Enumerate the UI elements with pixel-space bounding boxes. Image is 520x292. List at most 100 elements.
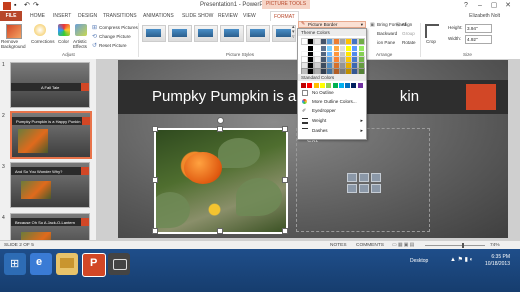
powerpoint-icon: P [90, 257, 98, 269]
tab-design[interactable]: DESIGN [78, 11, 97, 21]
group-button[interactable]: Group [402, 31, 415, 36]
artistic-effects-button[interactable]: Artistic Effects [73, 39, 91, 49]
ribbon-tabs: FILE HOME INSERT DESIGN TRANSITIONS ANIM… [0, 11, 520, 22]
camera-app-button[interactable] [108, 253, 130, 275]
insert-online-picture-icon[interactable] [359, 184, 369, 193]
send-backward-button[interactable]: Backward [377, 31, 397, 36]
width-field[interactable]: 4.92" [465, 35, 492, 44]
dashes-item[interactable]: Dashes ▸ [298, 127, 366, 135]
clock[interactable]: 6:35 PM 10/18/2013 [485, 254, 510, 268]
theme-colors-heading: Theme Colors [298, 29, 366, 36]
pumpkin-photo[interactable] [154, 128, 288, 234]
resize-handle[interactable] [217, 126, 223, 132]
resize-handle[interactable] [152, 177, 158, 183]
internet-explorer-button[interactable]: e [30, 253, 52, 275]
undo-icon[interactable]: ↶ [24, 2, 32, 10]
resize-handle[interactable] [217, 228, 223, 234]
tray-icons[interactable]: ▲ ⚑ ▮ ◐ [450, 256, 473, 263]
remove-background-icon[interactable] [6, 24, 22, 39]
minimize-button[interactable]: – [474, 1, 486, 10]
standard-color-swatch[interactable] [357, 83, 363, 88]
zoom-slider-thumb[interactable] [462, 243, 464, 248]
color-wheel-icon [302, 99, 307, 104]
maximize-button[interactable]: ▢ [488, 1, 500, 10]
crop-icon[interactable] [425, 24, 439, 38]
tab-insert[interactable]: INSERT [53, 11, 71, 21]
insert-table-icon[interactable] [347, 173, 357, 182]
crop-button[interactable]: Crop [426, 39, 436, 44]
standard-color-swatch[interactable] [338, 83, 344, 88]
resize-handle[interactable] [282, 126, 288, 132]
align-button[interactable]: Align [402, 22, 412, 27]
no-outline-item[interactable]: No Outline [298, 89, 366, 97]
standard-color-swatch[interactable] [301, 83, 306, 88]
gallery-more-icon[interactable]: ▴ ▾ ▿ [292, 25, 295, 40]
rotate-handle[interactable] [217, 117, 224, 124]
selection-pane-button[interactable]: ion Pane [377, 40, 395, 45]
thumbnail-number: 4 [2, 215, 5, 221]
slide-thumbnail-2[interactable]: Pumpky Pumpkin is a Happy Punkin [10, 111, 92, 159]
standard-color-swatch[interactable] [313, 83, 319, 88]
picture-style-5[interactable] [246, 25, 270, 42]
tab-slide-show[interactable]: SLIDE SHOW [182, 11, 213, 21]
remove-background-button[interactable]: Remove Background [1, 39, 27, 49]
eyedropper-item[interactable]: ✐ Eyedropper [298, 107, 366, 115]
insert-smartart-icon[interactable] [371, 173, 381, 182]
reset-picture-button[interactable]: Reset Picture [99, 43, 127, 48]
weight-item[interactable]: Weight ▸ [298, 117, 366, 125]
tab-view[interactable]: VIEW [243, 11, 256, 21]
picture-style-3[interactable] [194, 25, 218, 42]
title-accent [466, 84, 496, 110]
picture-border-button[interactable]: ✎ Picture Border ▾ [298, 21, 366, 28]
artistic-effects-icon[interactable] [75, 24, 87, 36]
content-placeholder[interactable]: ext [296, 128, 430, 232]
tab-home[interactable]: HOME [30, 11, 45, 21]
powerpoint-taskbar-button[interactable]: P [82, 253, 106, 277]
height-field[interactable]: 3.94" [465, 24, 492, 33]
zoom-slider[interactable] [425, 245, 485, 246]
resize-handle[interactable] [152, 126, 158, 132]
user-name[interactable]: Elizabeth Nolt [469, 11, 500, 21]
color-button[interactable]: Color [58, 39, 69, 44]
file-explorer-button[interactable] [56, 253, 78, 275]
standard-color-swatch[interactable] [319, 83, 325, 88]
standard-color-swatch[interactable] [345, 83, 351, 88]
corrections-button[interactable]: Corrections [31, 39, 55, 44]
windows-taskbar: ⊞ e P Desktop ▲ ⚑ ▮ ◐ 6:35 PM 10/18/2013 [0, 249, 520, 292]
standard-color-swatch[interactable] [332, 83, 338, 88]
slide-title[interactable]: Pumpky Pumpkin is a Hap kin [152, 88, 419, 105]
slide-title-end: kin [399, 88, 420, 105]
change-picture-button[interactable]: Change Picture [99, 34, 131, 39]
slide-thumbnail-1[interactable]: A Fall Tale [10, 62, 90, 108]
resize-handle[interactable] [282, 177, 288, 183]
tab-file[interactable]: FILE [0, 11, 22, 21]
help-button[interactable]: ? [460, 1, 472, 10]
standard-color-swatch[interactable] [326, 83, 332, 88]
resize-handle[interactable] [152, 228, 158, 234]
tab-transitions[interactable]: TRANSITIONS [103, 11, 137, 21]
insert-video-icon[interactable] [371, 184, 381, 193]
corrections-icon[interactable] [34, 24, 46, 36]
insert-chart-icon[interactable] [359, 173, 369, 182]
thumbnail-title: A Fall Tale [41, 85, 60, 90]
save-icon[interactable]: ▪ [14, 2, 22, 10]
slide-thumbnail-3[interactable]: And So You Wonder Why? [10, 162, 90, 208]
tab-review[interactable]: REVIEW [218, 11, 238, 21]
close-button[interactable]: ✕ [502, 1, 514, 10]
powerpoint-app-icon[interactable] [3, 2, 11, 10]
resize-handle[interactable] [282, 228, 288, 234]
more-outline-colors-item[interactable]: More Outline Colors... [298, 98, 366, 106]
start-button[interactable]: ⊞ [4, 253, 26, 275]
picture-style-4[interactable] [220, 25, 244, 42]
rotate-button[interactable]: Rotate [402, 40, 416, 45]
insert-picture-icon[interactable] [347, 184, 357, 193]
picture-style-1[interactable] [142, 25, 166, 42]
standard-color-swatch[interactable] [307, 83, 313, 88]
compress-pictures-button[interactable]: Compress Pictures [99, 25, 138, 30]
standard-color-swatch[interactable] [351, 83, 357, 88]
color-icon[interactable] [58, 24, 70, 36]
tab-animations[interactable]: ANIMATIONS [143, 11, 174, 21]
desktop-toolbar[interactable]: Desktop [410, 258, 428, 264]
redo-icon[interactable]: ↷ [33, 2, 41, 10]
picture-style-2[interactable] [168, 25, 192, 42]
